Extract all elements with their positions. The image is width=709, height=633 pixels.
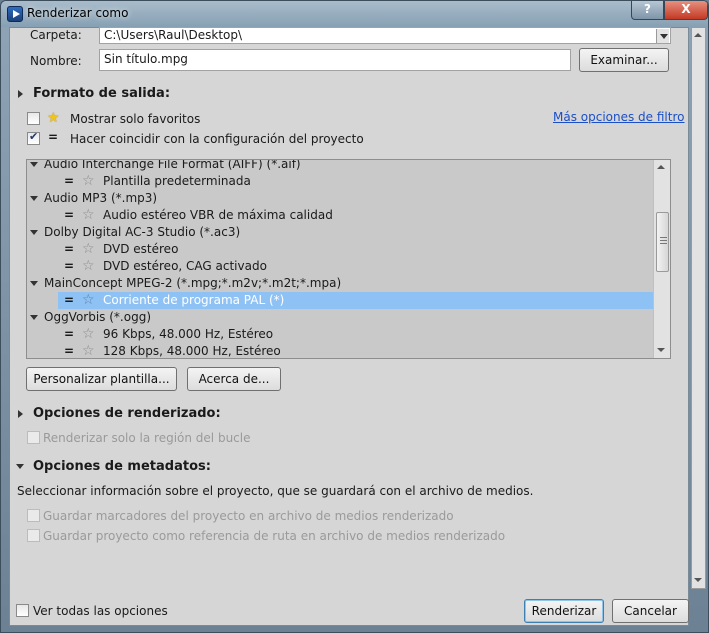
- save-path-ref-label: Guardar proyecto como referencia de ruta…: [43, 529, 506, 543]
- scroll-up-arrow-icon[interactable]: [694, 33, 702, 37]
- render-button[interactable]: Renderizar: [524, 599, 604, 623]
- collapse-arrow-icon[interactable]: [30, 315, 38, 320]
- equals-icon: =: [64, 259, 75, 273]
- show-all-options-checkbox[interactable]: [16, 604, 29, 617]
- browse-button[interactable]: Examinar...: [579, 48, 669, 72]
- grip-icon: [660, 237, 667, 238]
- list-item[interactable]: MainConcept MPEG-2 (*.mpg;*.m2v;*.m2t;*.…: [27, 275, 653, 292]
- list-item[interactable]: = ☆ 128 Kbps, 48.000 Hz, Estéreo: [27, 343, 653, 358]
- collapse-arrow-icon[interactable]: [16, 464, 24, 469]
- match-project-label: Hacer coincidir con la configuración del…: [70, 132, 364, 146]
- save-markers-label: Guardar marcadores del proyecto en archi…: [43, 509, 454, 523]
- folder-label: Carpeta:: [30, 28, 82, 42]
- list-item[interactable]: = ☆ Audio estéreo VBR de máxima calidad: [27, 207, 653, 224]
- save-path-ref-checkbox[interactable]: [27, 529, 40, 542]
- scroll-down-arrow-icon[interactable]: [657, 348, 665, 352]
- list-item[interactable]: OggVorbis (*.ogg): [27, 309, 653, 326]
- list-item[interactable]: = ☆ Plantilla predeterminada: [27, 173, 653, 190]
- customize-template-button[interactable]: Personalizar plantilla...: [26, 367, 177, 391]
- output-format-heading: Formato de salida:: [33, 86, 171, 101]
- equals-icon: =: [64, 344, 75, 358]
- render-options-heading: Opciones de renderizado:: [33, 406, 221, 421]
- name-value: Sin título.mpg: [104, 52, 188, 66]
- match-project-checkbox[interactable]: [27, 130, 40, 145]
- name-input[interactable]: Sin título.mpg: [99, 49, 571, 71]
- favorite-star-icon: ★: [47, 110, 60, 126]
- list-item[interactable]: = ☆ 96 Kbps, 48.000 Hz, Estéreo: [27, 326, 653, 343]
- name-label: Nombre:: [30, 54, 82, 68]
- dialog-scrollbar[interactable]: [691, 27, 706, 589]
- star-outline-icon[interactable]: ☆: [82, 292, 95, 308]
- window-title: Renderizar como: [27, 6, 129, 20]
- collapse-arrow-icon[interactable]: [30, 281, 38, 286]
- favorites-only-label: Mostrar solo favoritos: [70, 112, 201, 126]
- equals-icon: =: [64, 293, 75, 307]
- folder-value: C:\Users\Raul\Desktop\: [104, 28, 243, 42]
- folder-combobox[interactable]: C:\Users\Raul\Desktop\: [99, 27, 671, 44]
- chevron-down-icon[interactable]: [656, 29, 669, 43]
- list-item[interactable]: Audio Interchange File Format (AIFF) (*.…: [27, 160, 653, 173]
- expand-arrow-icon[interactable]: [18, 410, 23, 418]
- star-outline-icon[interactable]: ☆: [82, 326, 95, 342]
- loop-region-checkbox[interactable]: [27, 431, 40, 444]
- list-item[interactable]: Audio MP3 (*.mp3): [27, 190, 653, 207]
- collapse-arrow-icon[interactable]: [30, 196, 38, 201]
- show-all-options-label: Ver todas las opciones: [33, 604, 168, 618]
- star-outline-icon[interactable]: ☆: [82, 207, 95, 223]
- scrollbar-thumb[interactable]: [656, 212, 669, 272]
- grip-icon: [660, 243, 667, 244]
- collapse-arrow-icon[interactable]: [30, 230, 38, 235]
- list-item[interactable]: Dolby Digital AC-3 Studio (*.ac3): [27, 224, 653, 241]
- collapse-arrow-icon[interactable]: [30, 162, 38, 167]
- selected-template-row[interactable]: = ☆ Corriente de programa PAL (*): [58, 292, 653, 309]
- star-outline-icon[interactable]: ☆: [82, 173, 95, 189]
- cancel-button[interactable]: Cancelar: [612, 599, 689, 623]
- star-outline-icon[interactable]: ☆: [82, 241, 95, 257]
- title-bar[interactable]: Renderizar como ? X: [1, 1, 708, 27]
- render-as-dialog: Renderizar como ? X Carpeta: C:\Users\Ra…: [0, 0, 709, 633]
- expand-arrow-icon[interactable]: [18, 90, 23, 98]
- list-item[interactable]: = ☆ DVD estéreo: [27, 241, 653, 258]
- list-item[interactable]: = ☆ DVD estéreo, CAG activado: [27, 258, 653, 275]
- close-button[interactable]: X: [664, 1, 708, 20]
- match-equals-icon: =: [48, 130, 59, 144]
- scroll-down-arrow-icon[interactable]: [694, 578, 702, 582]
- format-list-scrollbar[interactable]: [653, 160, 670, 358]
- save-markers-checkbox[interactable]: [27, 509, 40, 522]
- equals-icon: =: [64, 208, 75, 222]
- grip-icon: [660, 240, 667, 241]
- star-outline-icon[interactable]: ☆: [82, 258, 95, 274]
- equals-icon: =: [64, 174, 75, 188]
- metadata-options-heading: Opciones de metadatos:: [33, 459, 211, 474]
- about-button[interactable]: Acerca de...: [187, 367, 281, 391]
- favorites-only-checkbox[interactable]: [27, 112, 40, 125]
- metadata-description: Seleccionar información sobre el proyect…: [17, 484, 534, 498]
- vegas-app-icon: [7, 6, 23, 22]
- help-button[interactable]: ?: [631, 1, 664, 20]
- loop-region-label: Renderizar solo la región del bucle: [43, 431, 251, 445]
- format-list[interactable]: Audio Interchange File Format (AIFF) (*.…: [26, 159, 671, 359]
- equals-icon: =: [64, 242, 75, 256]
- star-outline-icon[interactable]: ☆: [82, 343, 95, 358]
- scroll-up-arrow-icon[interactable]: [657, 165, 665, 169]
- dialog-content: Carpeta: C:\Users\Raul\Desktop\ Nombre: …: [9, 27, 689, 626]
- equals-icon: =: [64, 327, 75, 341]
- more-filter-options-link[interactable]: Más opciones de filtro: [553, 110, 684, 124]
